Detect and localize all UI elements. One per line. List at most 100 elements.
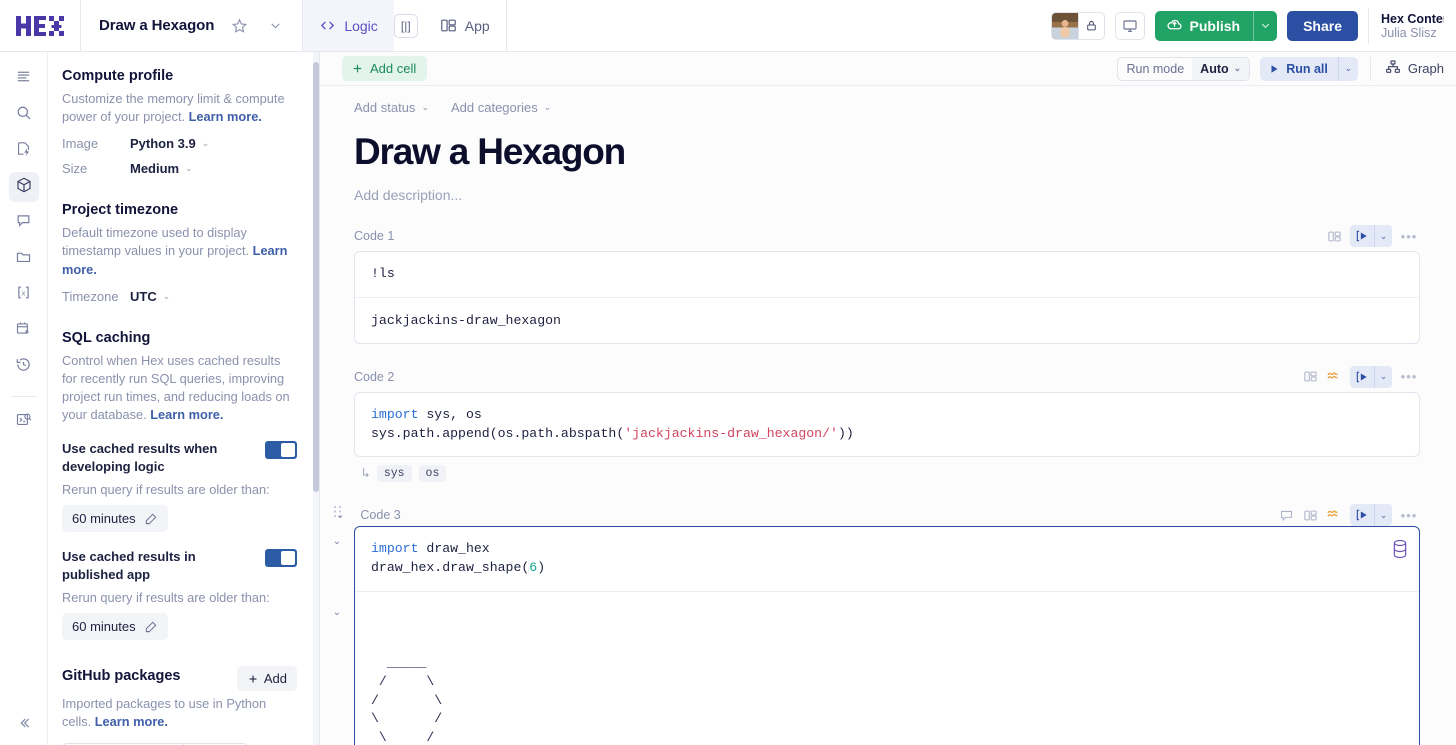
notebook-toolbar: Add cell Run mode Auto⌄ Run all ⌄ <box>320 52 1456 86</box>
rail-item-files[interactable] <box>9 244 39 274</box>
comment-icon[interactable] <box>1275 504 1297 526</box>
run-mode-control: Run mode Auto⌄ <box>1117 57 1250 81</box>
run-all-button[interactable]: Run all <box>1260 57 1338 81</box>
cell-2-run-chevron-down-icon[interactable]: ⌄ <box>1374 366 1392 388</box>
cell-1-run-group: ⌄ <box>1350 225 1392 247</box>
run-mode-label: Run mode <box>1118 62 1192 76</box>
cell-2-run-icon[interactable] <box>1350 366 1374 388</box>
chevron-down-icon: ⌄ <box>202 138 210 149</box>
run-mode-select[interactable]: Auto⌄ <box>1192 58 1249 80</box>
cell-2-variables: ↳ sys os <box>354 457 1420 482</box>
cell-3-line1-rest: draw_hex <box>418 541 489 556</box>
org-user-block[interactable]: Hex Conten Julia Slisz <box>1368 8 1444 44</box>
cell-1-more-dots-icon[interactable]: ••• <box>1398 225 1420 247</box>
notebook-title[interactable]: Draw a Hexagon <box>320 115 1456 173</box>
cell-1-run-chevron-down-icon[interactable]: ⌄ <box>1374 225 1392 247</box>
publish-chevron-down-icon[interactable] <box>1253 11 1277 41</box>
variable-pill[interactable]: os <box>419 465 447 482</box>
panel-scrollbar-track[interactable] <box>313 52 319 745</box>
image-select[interactable]: Python 3.9⌄ <box>130 136 209 151</box>
tab-app[interactable]: App <box>424 0 506 51</box>
cell-2-more-dots-icon[interactable]: ••• <box>1398 366 1420 388</box>
cell-3-collapse-chevron-down-icon[interactable]: ⌄ <box>336 510 344 521</box>
cell-1-code[interactable]: !ls <box>355 252 1419 297</box>
compute-learn-more-link[interactable]: Learn more. <box>189 109 262 124</box>
rail-item-sql-explore[interactable] <box>9 407 39 437</box>
size-select[interactable]: Medium⌄ <box>130 161 193 176</box>
rail-item-search[interactable] <box>9 100 39 130</box>
lock-icon[interactable] <box>1078 13 1104 39</box>
stale-squiggle-icon[interactable] <box>1323 366 1345 388</box>
org-name: Hex Conten <box>1381 12 1444 26</box>
magic-edit-icon <box>15 140 32 162</box>
cell-code-2: Code 2 ⌄ <box>320 344 1456 482</box>
cell-3-code[interactable]: import draw_hex draw_hex.draw_shape(6) <box>355 527 1419 590</box>
variable-pill[interactable]: sys <box>377 465 412 482</box>
rail-item-history[interactable] <box>9 352 39 382</box>
cell-1-header: Code 1 ⌄ ••• <box>354 225 1420 247</box>
add-cell-button[interactable]: Add cell <box>342 56 427 81</box>
cell-2-box[interactable]: import sys, os sys.path.append(os.path.a… <box>354 392 1420 457</box>
schedule-icon <box>15 320 32 342</box>
sql-explore-icon <box>15 411 32 433</box>
split-view-icon[interactable] <box>1299 366 1321 388</box>
rail-item-comments[interactable] <box>9 208 39 238</box>
cell-3-more-dots-icon[interactable]: ••• <box>1398 504 1420 526</box>
stale-squiggle-icon[interactable] <box>1323 504 1345 526</box>
cell-3-box[interactable]: import draw_hex draw_hex.draw_shape(6) _… <box>354 526 1420 745</box>
cell-2-line2-string: 'jackjackins-draw_hexagon/' <box>624 426 838 441</box>
split-view-icon[interactable] <box>1323 225 1345 247</box>
cell-1-run-icon[interactable] <box>1350 225 1374 247</box>
project-menu-chevron-down-icon[interactable] <box>264 15 286 37</box>
rail-item-packages[interactable] <box>9 172 39 202</box>
tab-app-label: App <box>465 18 490 34</box>
cell-code-3: ⌄ Code 3 <box>320 482 1456 745</box>
cache-developing-toggle[interactable] <box>265 441 297 459</box>
cell-2-code[interactable]: import sys, os sys.path.append(os.path.a… <box>355 393 1419 456</box>
cell-code-1: Code 1 ⌄ ••• <box>320 203 1456 344</box>
add-status-button[interactable]: Add status⌄ <box>354 100 429 115</box>
section-sql-caching: SQL caching Control when Hex uses cached… <box>62 330 297 640</box>
database-cylinder-icon[interactable] <box>1391 539 1409 564</box>
cache-published-toggle[interactable] <box>265 549 297 567</box>
run-all-chevron-down-icon[interactable]: ⌄ <box>1338 57 1358 81</box>
rail-item-magic-edit[interactable] <box>9 136 39 166</box>
preview-monitor-icon[interactable] <box>1115 12 1145 40</box>
timezone-select[interactable]: UTC⌄ <box>130 289 170 304</box>
publish-group: Publish <box>1155 11 1278 41</box>
rail-item-schedule[interactable] <box>9 316 39 346</box>
sql-caching-learn-more-link[interactable]: Learn more. <box>150 407 223 422</box>
graph-button[interactable]: Graph <box>1370 57 1444 81</box>
publish-button[interactable]: Publish <box>1155 11 1254 41</box>
cell-3-run-chevron-down-icon[interactable]: ⌄ <box>1374 504 1392 526</box>
cell-3-code-collapse-chevron-down-icon[interactable]: ⌄ <box>333 536 341 547</box>
add-categories-button[interactable]: Add categories⌄ <box>451 100 551 115</box>
cell-3-output-collapse-chevron-down-icon[interactable]: ⌄ <box>333 607 341 618</box>
cell-3-body-row: ⌄ ⌄ import draw_hex draw_hex.draw_shape(… <box>320 526 1420 745</box>
sql-caching-description: Control when Hex uses cached results for… <box>62 352 297 425</box>
hex-logo[interactable] <box>0 0 81 51</box>
svg-text:x: x <box>21 288 25 297</box>
split-view-icon[interactable] <box>1299 504 1321 526</box>
cache-developing-duration[interactable]: 60 minutes <box>62 505 168 532</box>
collapse-left-icon[interactable] <box>0 715 48 731</box>
github-learn-more-link[interactable]: Learn more. <box>95 714 168 729</box>
presence-group[interactable] <box>1051 12 1105 40</box>
pencil-icon <box>144 512 158 526</box>
share-button[interactable]: Share <box>1287 11 1358 41</box>
code-brackets-icon <box>319 17 336 34</box>
panel-scrollbar-thumb[interactable] <box>313 62 319 492</box>
star-icon[interactable] <box>228 15 250 37</box>
rail-item-outline[interactable] <box>9 64 39 94</box>
cell-3-run-icon[interactable] <box>1350 504 1374 526</box>
notebook-description-input[interactable]: Add description... <box>320 173 1456 203</box>
cell-1-box[interactable]: !ls jackjackins-draw_hexagon <box>354 251 1420 344</box>
cache-published-duration[interactable]: 60 minutes <box>62 613 168 640</box>
github-packages-title: GitHub packages <box>62 668 180 684</box>
rail-item-variables[interactable]: x <box>9 280 39 310</box>
tab-logic[interactable]: Logic <box>303 0 393 51</box>
notebook-canvas: Add status⌄ Add categories⌄ Draw a Hexag… <box>320 86 1456 745</box>
size-value: Medium <box>130 161 179 176</box>
add-package-button[interactable]: Add <box>237 666 297 691</box>
show-variables-toggle[interactable]: [|] <box>394 14 418 38</box>
